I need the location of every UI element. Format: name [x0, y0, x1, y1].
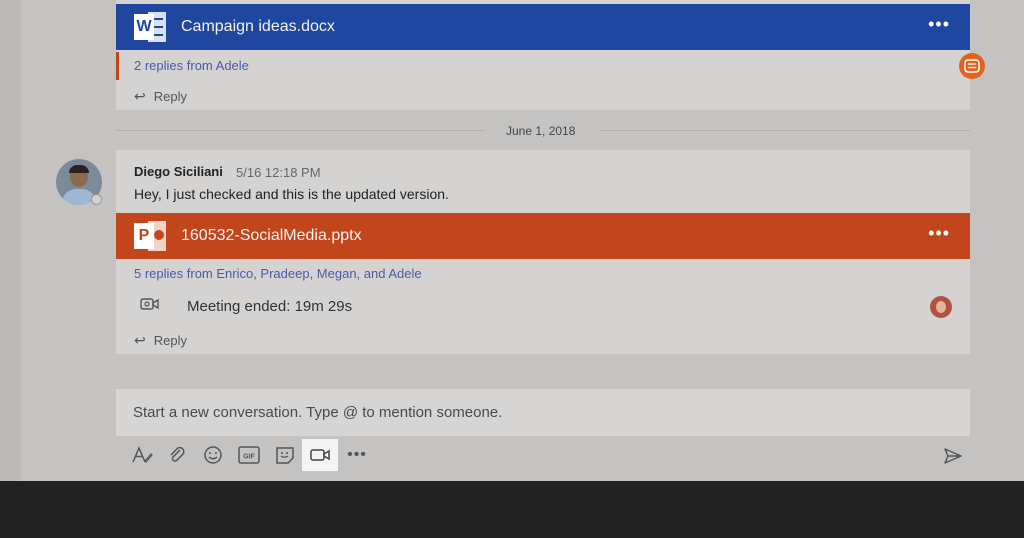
file-attachment-word[interactable]: W Campaign ideas.docx •••	[116, 4, 970, 50]
more-options-icon[interactable]: •••	[344, 442, 370, 468]
more-options-button[interactable]: •••	[928, 223, 950, 244]
sender-name[interactable]: Diego Siciliani	[134, 164, 223, 179]
meeting-ended-text: Meeting ended: 19m 29s	[187, 298, 353, 315]
meeting-camera-icon	[140, 298, 159, 310]
message-timestamp: 5/16 12:18 PM	[236, 165, 321, 180]
svg-text:GIF: GIF	[243, 453, 255, 460]
send-icon[interactable]	[943, 447, 963, 465]
reply-arrow-icon: ↩	[134, 332, 146, 348]
replies-link[interactable]: 5 replies from Enrico, Pradeep, Megan, a…	[134, 266, 422, 281]
bottom-letterbox	[0, 481, 1024, 538]
reply-button[interactable]: ↩ Reply	[134, 88, 187, 105]
floating-chat-button[interactable]	[959, 53, 985, 79]
compose-input[interactable]	[116, 389, 970, 436]
unread-accent-bar	[116, 52, 119, 80]
more-options-button[interactable]: •••	[928, 14, 950, 35]
left-rail	[0, 0, 21, 481]
emoji-icon[interactable]	[200, 442, 226, 468]
replies-link[interactable]: 2 replies from Adele	[134, 58, 249, 73]
word-file-icon: W	[134, 12, 168, 42]
chat-bubble-icon	[964, 59, 980, 73]
reply-button[interactable]: ↩ Reply	[134, 332, 187, 349]
participant-avatar[interactable]	[930, 296, 952, 318]
date-divider-line-right	[600, 130, 970, 131]
powerpoint-file-icon: P	[134, 221, 168, 251]
teams-app: W Campaign ideas.docx ••• 2 replies from…	[0, 0, 1024, 481]
message-text: Hey, I just checked and this is the upda…	[134, 186, 449, 202]
file-name[interactable]: Campaign ideas.docx	[181, 18, 335, 36]
file-name[interactable]: 160532-SocialMedia.pptx	[181, 227, 362, 245]
format-icon[interactable]	[129, 442, 155, 468]
file-attachment-powerpoint[interactable]: P 160532-SocialMedia.pptx •••	[116, 213, 970, 259]
date-divider-line-left	[116, 130, 486, 131]
meet-now-icon[interactable]	[302, 439, 338, 471]
message-card-campaign: W Campaign ideas.docx ••• 2 replies from…	[116, 0, 970, 110]
date-divider: June 1, 2018	[506, 124, 576, 138]
attach-icon[interactable]	[164, 442, 190, 468]
message-card-socialmedia: Diego Siciliani 5/16 12:18 PM Hey, I jus…	[116, 150, 970, 354]
sticker-icon[interactable]	[272, 442, 298, 468]
gif-icon[interactable]: GIF	[236, 442, 262, 468]
compose-box	[116, 389, 970, 436]
reply-arrow-icon: ↩	[134, 88, 146, 104]
presence-status-icon	[91, 194, 102, 205]
